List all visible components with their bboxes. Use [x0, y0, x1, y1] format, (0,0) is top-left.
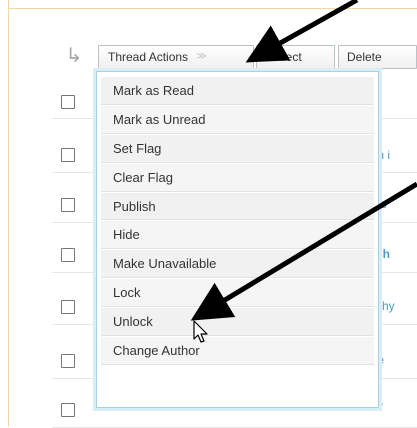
chevron-down-icon: ≫ [196, 51, 207, 62]
thread-actions-label: Thread Actions [108, 50, 189, 64]
menu-item-make-unavailable[interactable]: Make Unavailable [101, 249, 374, 279]
row-checkbox[interactable] [61, 354, 75, 368]
left-border [8, 0, 9, 427]
top-border [8, 8, 417, 9]
collect-button[interactable]: Collect [256, 45, 335, 69]
menu-item-hide[interactable]: Hide [101, 220, 374, 250]
thread-actions-button[interactable]: Thread Actions ≫ [98, 45, 254, 69]
thread-actions-menu: Mark as Read Mark as Unread Set Flag Cle… [96, 71, 379, 408]
menu-item-publish[interactable]: Publish [101, 191, 374, 221]
page: ↳ Thread Actions ≫ Collect Delete ean i … [0, 0, 417, 428]
menu-item-unlock[interactable]: Unlock [101, 307, 374, 337]
return-arrow-icon: ↳ [65, 45, 83, 67]
menu-item-mark-as-read[interactable]: Mark as Read [101, 76, 374, 105]
delete-button[interactable]: Delete [338, 45, 417, 69]
pointer-cursor-icon [193, 320, 208, 343]
row-checkbox[interactable] [61, 148, 75, 162]
row-checkbox[interactable] [61, 300, 75, 314]
row-checkbox[interactable] [61, 198, 75, 212]
collect-label: Collect [265, 50, 302, 64]
row-checkbox[interactable] [61, 403, 75, 417]
menu-item-clear-flag[interactable]: Clear Flag [101, 162, 374, 192]
menu-item-lock[interactable]: Lock [101, 278, 374, 308]
menu-item-change-author[interactable]: Change Author [101, 336, 374, 365]
row-checkbox[interactable] [61, 248, 75, 262]
row-checkbox[interactable] [61, 95, 75, 109]
delete-label: Delete [347, 50, 382, 64]
menu-item-set-flag[interactable]: Set Flag [101, 133, 374, 163]
menu-item-mark-as-unread[interactable]: Mark as Unread [101, 104, 374, 134]
